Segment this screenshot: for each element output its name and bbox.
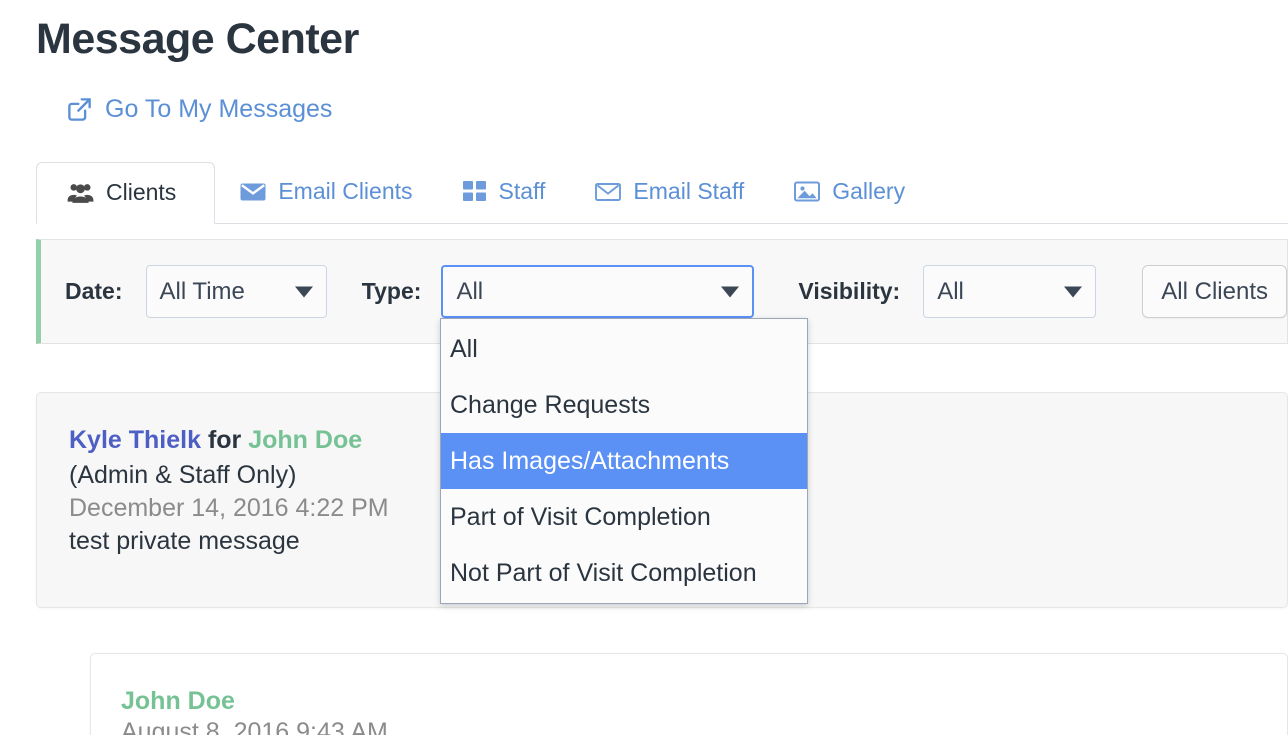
tab-gallery-label: Gallery [832,178,906,204]
all-clients-label: All Clients [1161,277,1268,305]
chevron-down-icon [721,286,740,297]
dropdown-option[interactable]: Not Part of Visit Completion [441,545,807,601]
tab-clients[interactable]: Clients [36,162,216,224]
dropdown-option-selected[interactable]: Has Images/Attachments [441,433,807,489]
date-filter-label: Date: [65,278,123,304]
message-author[interactable]: John Doe [121,686,1287,716]
go-to-my-messages-link[interactable]: Go To My Messages [66,95,332,124]
envelope-outline-icon [595,182,622,202]
tab-staff-label: Staff [498,178,546,204]
type-filter-label: Type: [361,278,422,304]
message-card: John Doe August 8, 2016 9:43 AM [90,653,1288,735]
page-title: Message Center [36,15,359,63]
dropdown-option[interactable]: Change Requests [441,377,807,433]
visibility-filter-select[interactable]: All [923,265,1097,318]
date-filter-select[interactable]: All Time [145,265,327,318]
date-filter-value: All Time [159,277,245,305]
dropdown-option[interactable]: All [441,321,807,377]
dropdown-option[interactable]: Part of Visit Completion [441,489,807,545]
tab-staff[interactable]: Staff [438,161,571,223]
tab-clients-label: Clients [106,179,177,205]
message-tabs: Clients Email Clients Staff Email Staff … [36,152,1288,224]
tab-email-staff[interactable]: Email Staff [570,161,769,223]
visibility-filter-label: Visibility: [798,278,901,304]
message-client[interactable]: John Doe [248,426,362,454]
tab-gallery[interactable]: Gallery [769,161,930,223]
chevron-down-icon [294,286,313,297]
message-for-word: for [207,426,242,454]
users-icon [67,182,94,204]
tab-email-staff-label: Email Staff [633,178,745,204]
go-to-my-messages-label: Go To My Messages [105,95,333,123]
envelope-solid-icon [240,182,266,202]
grid-icon [462,181,487,202]
type-filter-select[interactable]: All [441,265,755,318]
message-date: August 8, 2016 9:43 AM [121,718,388,735]
message-author[interactable]: Kyle Thielk [69,426,201,454]
visibility-filter-value: All [937,277,964,305]
tab-email-clients[interactable]: Email Clients [215,161,437,223]
type-filter-value: All [456,277,484,305]
all-clients-button[interactable]: All Clients [1142,265,1287,318]
image-icon [794,181,821,202]
tab-email-clients-label: Email Clients [278,178,413,204]
external-link-icon [66,96,93,123]
type-filter-dropdown: All Change Requests Has Images/Attachmen… [440,318,808,604]
chevron-down-icon [1064,286,1083,297]
message-center-page: Message Center Go To My Messages Clients… [0,0,1288,735]
